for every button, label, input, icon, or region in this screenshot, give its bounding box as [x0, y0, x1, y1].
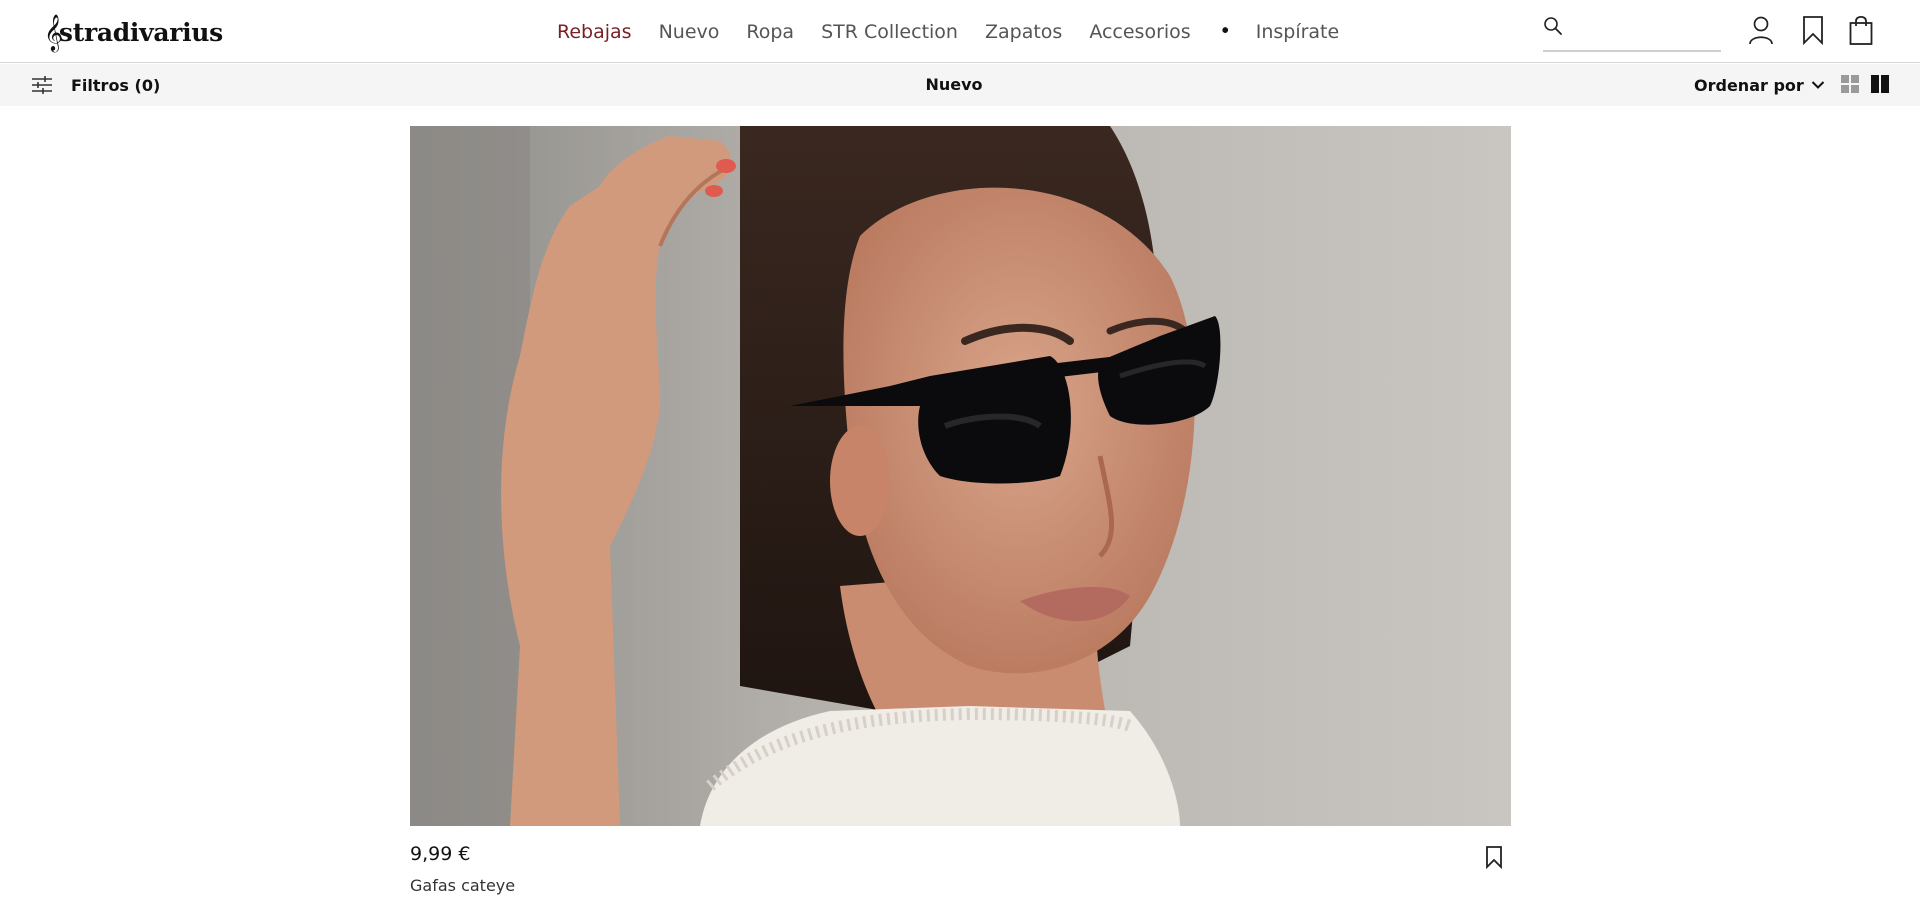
nav-item-inspirate[interactable]: Inspírate: [1256, 21, 1339, 43]
top-header: 𝄞 stradivarius Rebajas Nuevo Ropa STR Co…: [0, 0, 1920, 63]
nav-item-str-collection[interactable]: STR Collection: [821, 21, 958, 43]
user-icon[interactable]: [1747, 14, 1775, 46]
product-price: 9,99 €: [410, 843, 471, 865]
two-column-view-icon[interactable]: [1871, 75, 1889, 93]
sort-dropdown[interactable]: Ordenar por: [1694, 64, 1825, 106]
product-photo: [410, 126, 1511, 826]
nav-item-accesorios[interactable]: Accesorios: [1089, 21, 1190, 43]
nav-item-rebajas[interactable]: Rebajas: [557, 21, 632, 43]
nav-item-zapatos[interactable]: Zapatos: [985, 21, 1062, 43]
search-input[interactable]: [1571, 16, 1719, 46]
shopping-bag-icon[interactable]: [1847, 14, 1875, 46]
nav-item-nuevo[interactable]: Nuevo: [659, 21, 720, 43]
brand-logo[interactable]: 𝄞 stradivarius: [44, 12, 223, 52]
nav-item-ropa[interactable]: Ropa: [746, 21, 794, 43]
bookmark-icon[interactable]: [1484, 845, 1504, 869]
grid-view-icon[interactable]: [1841, 75, 1859, 93]
search-box[interactable]: [1543, 16, 1721, 52]
filter-bar: Filtros (0) Nuevo Ordenar por: [0, 64, 1920, 106]
bookmark-icon[interactable]: [1799, 14, 1827, 46]
search-icon[interactable]: [1543, 16, 1563, 36]
product-image[interactable]: [410, 126, 1511, 826]
brand-logo-text: stradivarius: [58, 17, 223, 47]
sort-label: Ordenar por: [1694, 75, 1804, 95]
product-name[interactable]: Gafas cateye: [410, 876, 515, 895]
nav-separator-dot: •: [1221, 20, 1229, 42]
chevron-down-icon: [1811, 81, 1824, 89]
page-title: Nuevo: [925, 75, 983, 94]
main-nav: Rebajas Nuevo Ropa STR Collection Zapato…: [557, 0, 1366, 63]
